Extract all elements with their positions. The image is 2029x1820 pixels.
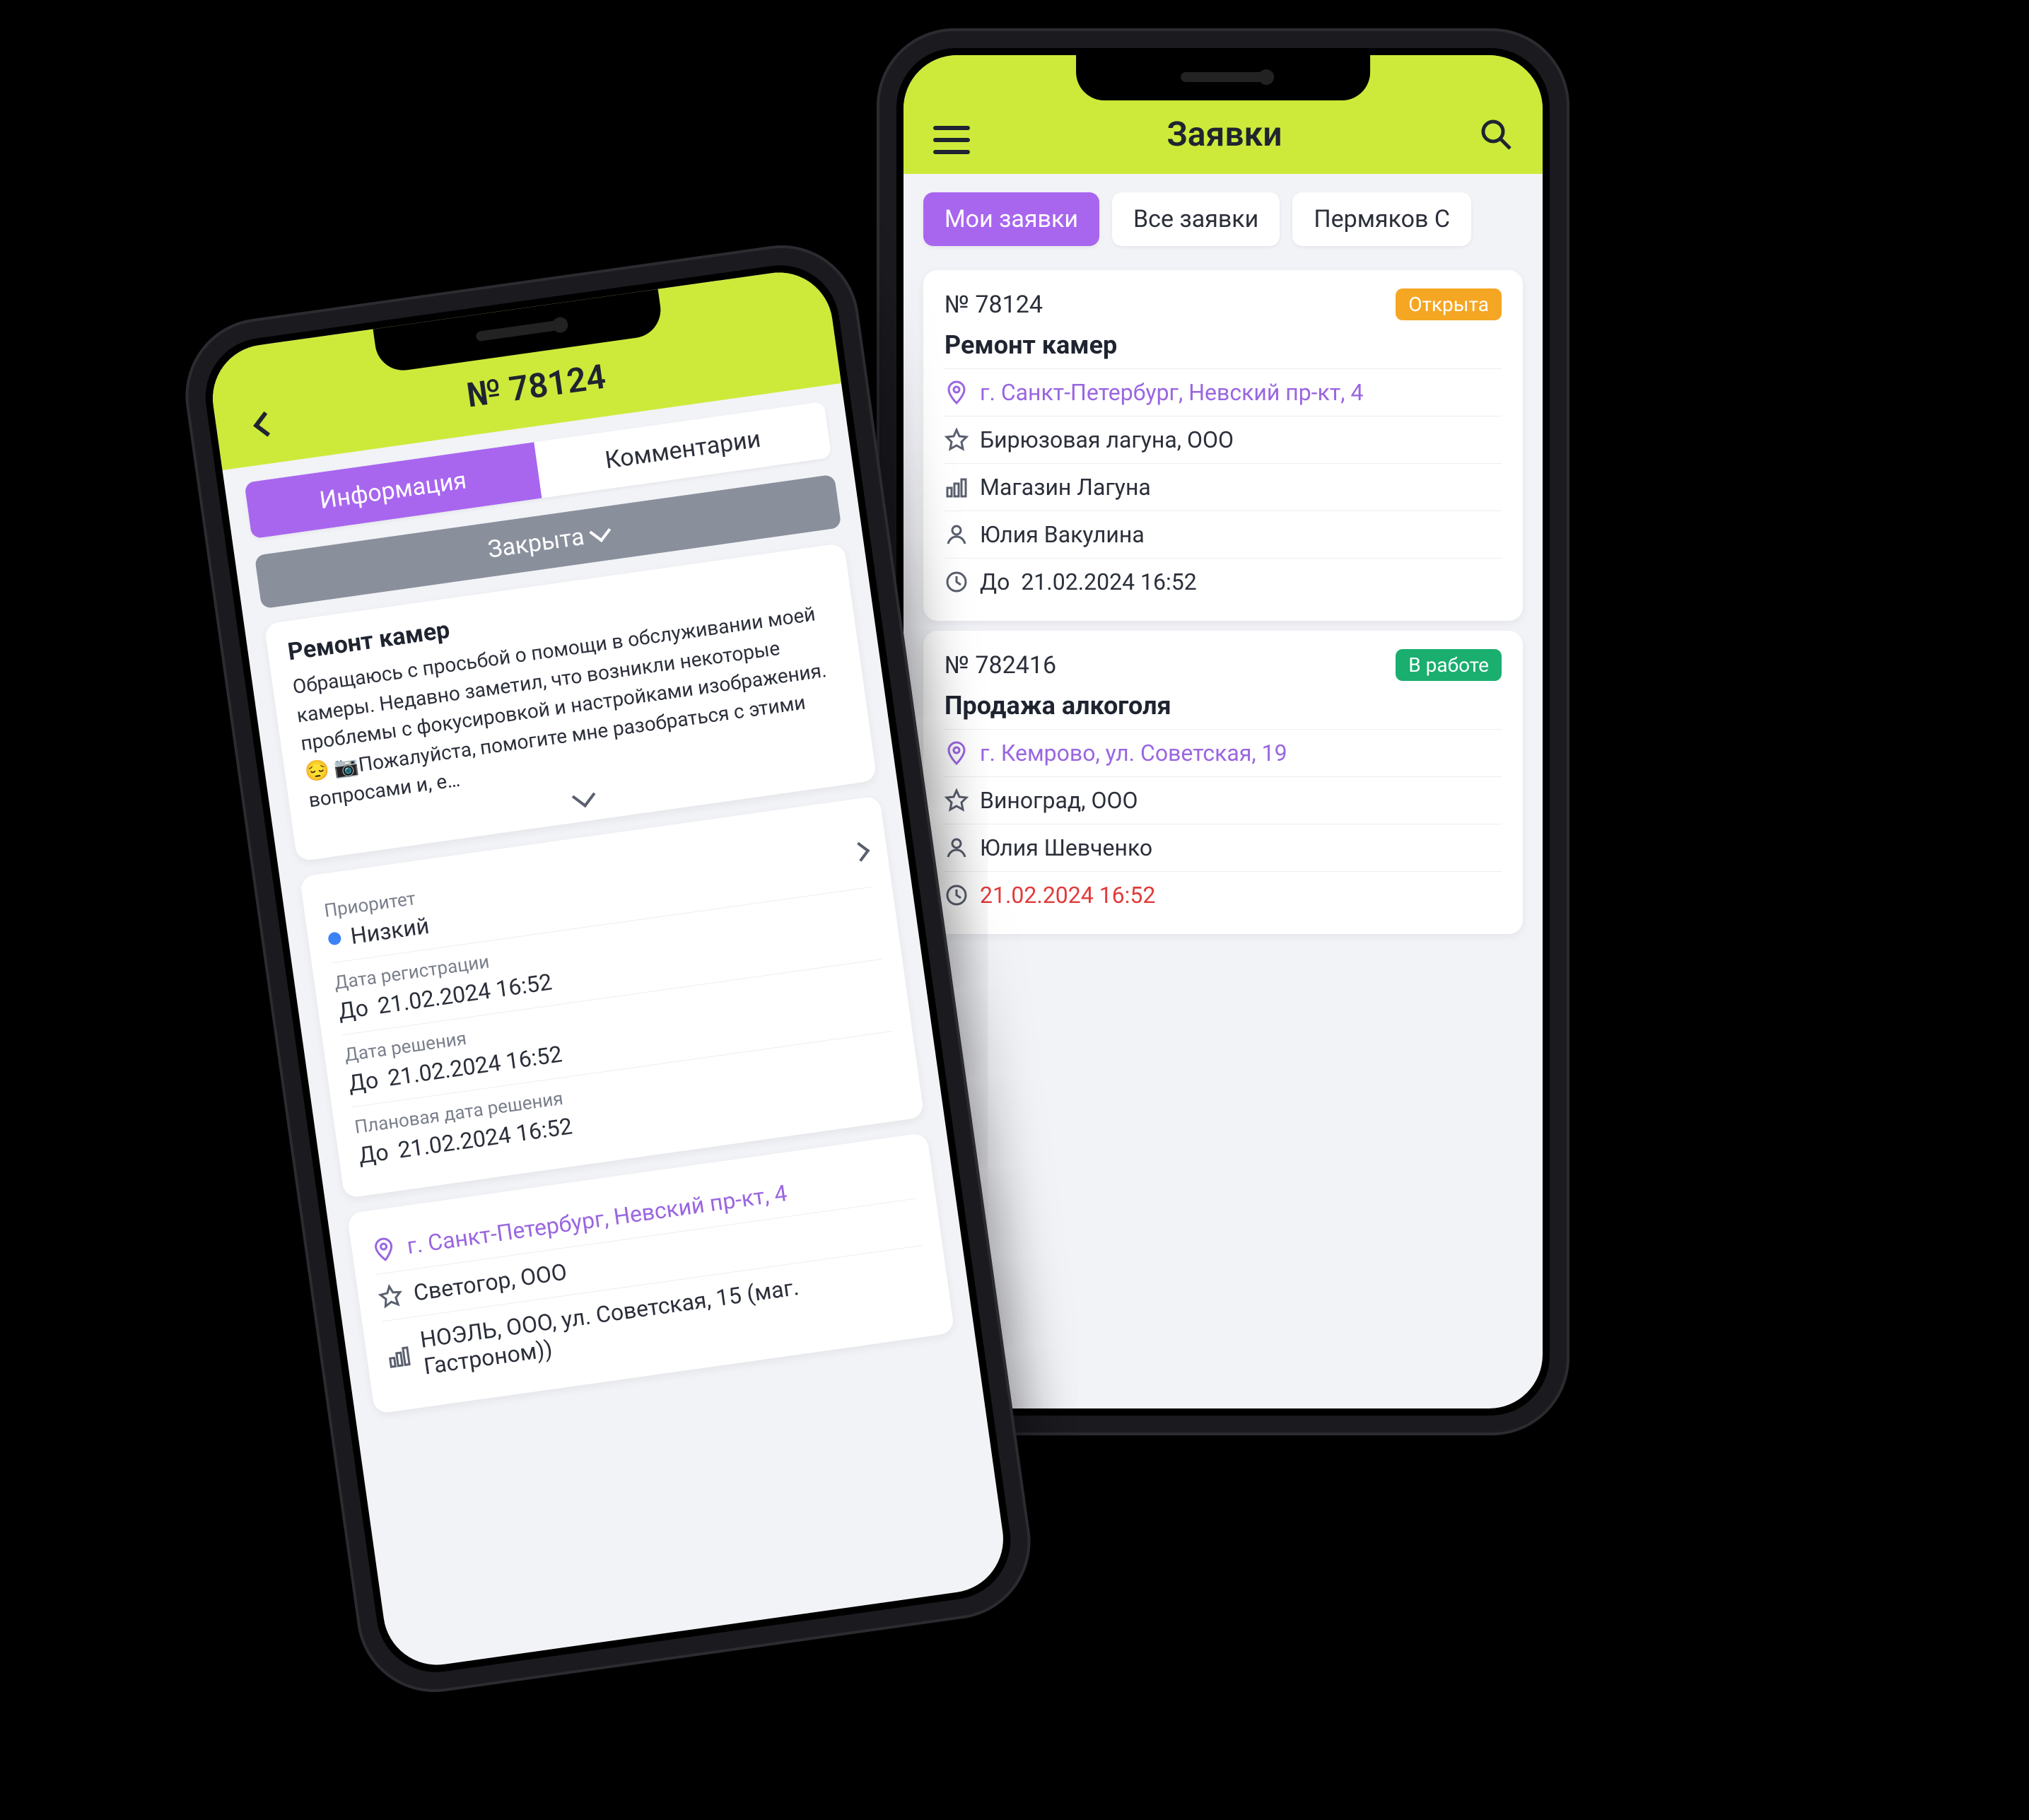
ticket-company: Бирюзовая лагуна, ООО <box>980 426 1502 453</box>
ticket-company-row: Виноград, ООО <box>945 776 1502 824</box>
chevron-down-icon <box>589 520 611 542</box>
pin-icon <box>370 1236 397 1263</box>
filter-chips: Мои заявки Все заявки Пермяков С <box>904 174 1543 260</box>
ticket-due-prefix: До <box>980 568 1010 595</box>
date-prefix: До <box>357 1138 390 1169</box>
priority-value: Низкий <box>349 912 431 950</box>
ticket-store-row: Магазин Лагуна <box>945 463 1502 511</box>
pin-icon <box>945 741 969 765</box>
person-icon <box>945 836 969 860</box>
ticket-address: г. Кемрово, ул. Советская, 19 <box>980 740 1502 766</box>
ticket-due-row: 21.02.2024 16:52 <box>945 871 1502 918</box>
store-icon <box>385 1343 412 1370</box>
ticket-person-row: Юлия Вакулина <box>945 511 1502 558</box>
ticket-number: № 782416 <box>945 651 1056 679</box>
status-badge: Открыта <box>1396 288 1502 320</box>
ticket-due: 21.02.2024 16:52 <box>1021 568 1502 595</box>
priority-dot-icon <box>327 931 341 945</box>
clock-icon <box>945 570 969 594</box>
ticket-company-row: Бирюзовая лагуна, ООО <box>945 416 1502 463</box>
ticket-title: Ремонт камер <box>945 330 1502 360</box>
date-prefix: До <box>337 994 370 1025</box>
ticket-header: № 78124 Открыта <box>945 288 1502 320</box>
ticket-person: Юлия Шевченко <box>980 834 1502 861</box>
ticket-address-row: г. Кемрово, ул. Советская, 19 <box>945 729 1502 776</box>
person-icon <box>945 523 969 547</box>
ticket-card[interactable]: № 78124 Открыта Ремонт камер г. Санкт-Пе… <box>923 270 1523 621</box>
back-icon[interactable] <box>244 405 283 446</box>
notch <box>1076 55 1370 100</box>
star-icon <box>945 788 969 812</box>
ticket-person: Юлия Вакулина <box>980 521 1502 548</box>
ticket-due: 21.02.2024 16:52 <box>980 882 1502 909</box>
ticket-due-row: До 21.02.2024 16:52 <box>945 558 1502 605</box>
menu-icon[interactable] <box>933 126 970 154</box>
chevron-down-icon <box>572 784 596 808</box>
filter-chip-user[interactable]: Пермяков С <box>1292 192 1471 246</box>
clock-icon <box>945 883 969 907</box>
ticket-title: Продажа алкоголя <box>945 691 1502 721</box>
date-prefix: До <box>346 1066 380 1097</box>
page-title: Заявки <box>970 114 1479 154</box>
star-icon <box>377 1283 404 1309</box>
chevron-right-icon <box>850 842 870 862</box>
store-icon <box>945 475 969 499</box>
bezel: Заявки Мои заявки Все заявки Пермяков С … <box>896 48 1550 1416</box>
ticket-person-row: Юлия Шевченко <box>945 824 1502 871</box>
ticket-header: № 782416 В работе <box>945 649 1502 681</box>
ticket-address: г. Санкт-Петербург, Невский пр-кт, 4 <box>980 379 1502 406</box>
ticket-number: № 78124 <box>945 291 1043 319</box>
search-icon[interactable] <box>1479 117 1513 154</box>
fields-block: Приоритет Низкий Дата регистрации До21.0… <box>300 795 925 1198</box>
ticket-card[interactable]: № 782416 В работе Продажа алкоголя г. Ке… <box>923 631 1523 934</box>
star-icon <box>945 428 969 452</box>
status-value: Закрыта <box>486 523 586 564</box>
filter-chip-all[interactable]: Все заявки <box>1112 192 1280 246</box>
pin-icon <box>945 380 969 404</box>
ticket-address-row: г. Санкт-Петербург, Невский пр-кт, 4 <box>945 368 1502 416</box>
screen-list: Заявки Мои заявки Все заявки Пермяков С … <box>904 55 1543 1408</box>
status-badge: В работе <box>1396 649 1502 681</box>
ticket-store: Магазин Лагуна <box>980 474 1502 501</box>
ticket-company: Виноград, ООО <box>980 787 1502 814</box>
filter-chip-my[interactable]: Мои заявки <box>923 192 1099 246</box>
